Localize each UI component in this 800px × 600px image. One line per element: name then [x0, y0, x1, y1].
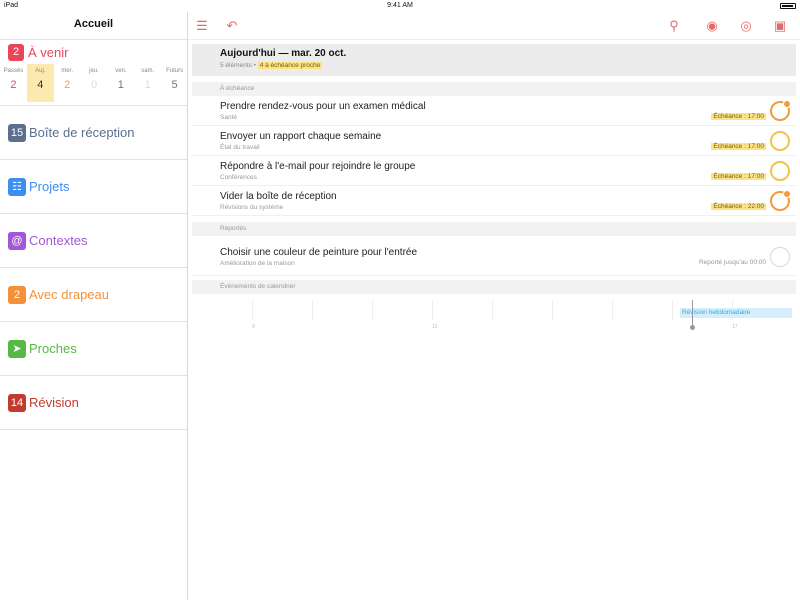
upcoming-badge: 2	[8, 44, 24, 61]
section-deferred: Reportés	[192, 222, 796, 236]
due-badge: Échéance : 17:00	[711, 113, 766, 120]
hour-tick-label: 12	[432, 324, 438, 330]
hour-gridline	[552, 300, 553, 320]
sidebar-item-nearby[interactable]: ➤ Proches	[0, 322, 187, 376]
task-name: Répondre à l'e-mail pour rejoindre le gr…	[220, 161, 416, 172]
complete-checkbox[interactable]	[770, 100, 791, 121]
sidebar-item-label: Révision	[29, 395, 79, 410]
sidebar-item-label: Contextes	[29, 233, 88, 248]
due-soon-highlight: 4 à échéance proche	[257, 62, 323, 69]
task-name: Envoyer un rapport chaque semaine	[220, 131, 382, 142]
at-icon: @	[8, 231, 26, 250]
due-badge: Échéance : 17:00	[711, 173, 766, 180]
page-title: Aujourd'hui — mar. 20 oct.	[220, 48, 347, 59]
sidebar: Accueil 2 À venir Passés 2 Auj. 4 mer. 2 je…	[0, 12, 188, 600]
task-context: Santé	[220, 114, 237, 121]
inbox-icon[interactable]: ▣	[772, 18, 788, 34]
complete-checkbox[interactable]	[770, 190, 791, 211]
hour-gridline	[612, 300, 613, 320]
hour-gridline	[432, 300, 433, 320]
day-cell-sat[interactable]: sam. 1	[134, 64, 161, 102]
section-due: À échéance	[192, 82, 796, 96]
task-name: Prendre rendez-vous pour un examen médic…	[220, 101, 426, 112]
task-row[interactable]: Envoyer un rapport chaque semaine État d…	[192, 126, 796, 156]
hour-tick-label: 17	[732, 324, 738, 330]
sidebar-item-label: Boîte de réception	[29, 125, 135, 140]
inbox-badge-icon: 15	[8, 123, 26, 142]
undo-icon[interactable]: ↶	[224, 18, 240, 34]
day-cell-past[interactable]: Passés 2	[0, 64, 27, 102]
day-forecast-strip: Passés 2 Auj. 4 mer. 2 jeu. 0 ven. 1 sam. 1 Fu…	[0, 64, 188, 102]
task-name: Choisir une couleur de peinture pour l'e…	[220, 247, 418, 258]
hour-gridline	[672, 300, 673, 320]
item-count: 5 éléments	[220, 62, 252, 69]
sidebar-item-review[interactable]: 14 Révision	[0, 376, 187, 430]
task-context: Conférences	[220, 174, 257, 181]
upcoming-label: À venir	[28, 45, 69, 60]
clock: 9:41 AM	[387, 2, 413, 9]
task-row[interactable]: Répondre à l'e-mail pour rejoindre le gr…	[192, 156, 796, 186]
sidebar-item-flagged[interactable]: 2 Avec drapeau	[0, 268, 187, 322]
hour-gridline	[312, 300, 313, 320]
section-calendar: Événements de calendrier	[192, 280, 796, 294]
calendar-event[interactable]: Révision hebdomadaire	[680, 308, 792, 318]
nearby-icon: ➤	[8, 339, 26, 358]
due-badge: Échéance : 22:00	[711, 203, 766, 210]
task-name: Vider la boîte de réception	[220, 191, 337, 202]
review-badge-icon: 14	[8, 393, 26, 412]
hour-tick-label: 9	[252, 324, 255, 330]
deferred-label: Reporté jusqu'au 00:00	[698, 259, 766, 266]
task-context: État du travail	[220, 144, 260, 151]
sidebar-title: Accueil	[0, 12, 187, 40]
today-summary: 5 éléments • 4 à échéance proche	[220, 62, 323, 69]
task-context: Révisions du système	[220, 204, 284, 211]
complete-checkbox[interactable]	[770, 131, 790, 151]
sidebar-item-label: Projets	[29, 179, 70, 194]
search-icon[interactable]: ⚲	[666, 18, 682, 34]
flag-badge-icon: 2	[8, 285, 26, 304]
focus-icon[interactable]: ◎	[738, 18, 754, 34]
sidebar-item-upcoming[interactable]: 2 À venir Passés 2 Auj. 4 mer. 2 jeu. 0 ven.…	[0, 40, 187, 106]
complete-checkbox[interactable]	[770, 161, 790, 181]
calendar-strip: Révision hebdomadaire 9 12 17	[192, 294, 796, 344]
day-cell-wed[interactable]: mer. 2	[54, 64, 81, 102]
task-row[interactable]: Prendre rendez-vous pour un examen médic…	[192, 96, 796, 126]
day-cell-today[interactable]: Auj. 4	[26, 64, 54, 102]
status-bar: iPad 9:41 AM	[0, 0, 800, 12]
sidebar-item-inbox[interactable]: 15 Boîte de réception	[0, 106, 187, 160]
sidebar-item-projects[interactable]: ☷ Projets	[0, 160, 187, 214]
due-badge: Échéance : 17:00	[711, 143, 766, 150]
complete-checkbox[interactable]	[770, 247, 790, 267]
day-cell-thu[interactable]: jeu. 0	[81, 64, 108, 102]
sidebar-toggle-icon[interactable]: ☰	[194, 18, 210, 34]
view-eye-icon[interactable]: ◉	[704, 18, 720, 34]
current-time-indicator	[690, 300, 695, 330]
task-context: Amélioration de la maison	[220, 260, 295, 267]
hour-gridline	[492, 300, 493, 320]
day-cell-fri[interactable]: ven. 1	[107, 64, 134, 102]
projects-icon: ☷	[8, 177, 26, 196]
hour-gridline	[252, 300, 253, 320]
task-row[interactable]: Vider la boîte de réception Révisions du…	[192, 186, 796, 216]
sidebar-item-contexts[interactable]: @ Contextes	[0, 214, 187, 268]
sidebar-item-label: Proches	[29, 341, 77, 356]
task-row[interactable]: Choisir une couleur de peinture pour l'e…	[192, 242, 796, 276]
hour-gridline	[372, 300, 373, 320]
toolbar: ☰ ↶ ⚲ ◉ ◎ ▣	[188, 12, 800, 40]
battery-icon	[780, 3, 796, 9]
main-panel: ☰ ↶ ⚲ ◉ ◎ ▣ Aujourd'hui — mar. 20 oct. 5…	[188, 12, 800, 600]
today-header: Aujourd'hui — mar. 20 oct. 5 éléments • …	[192, 44, 796, 76]
sidebar-item-label: Avec drapeau	[29, 287, 109, 302]
day-cell-future[interactable]: Futurs 5	[161, 64, 188, 102]
